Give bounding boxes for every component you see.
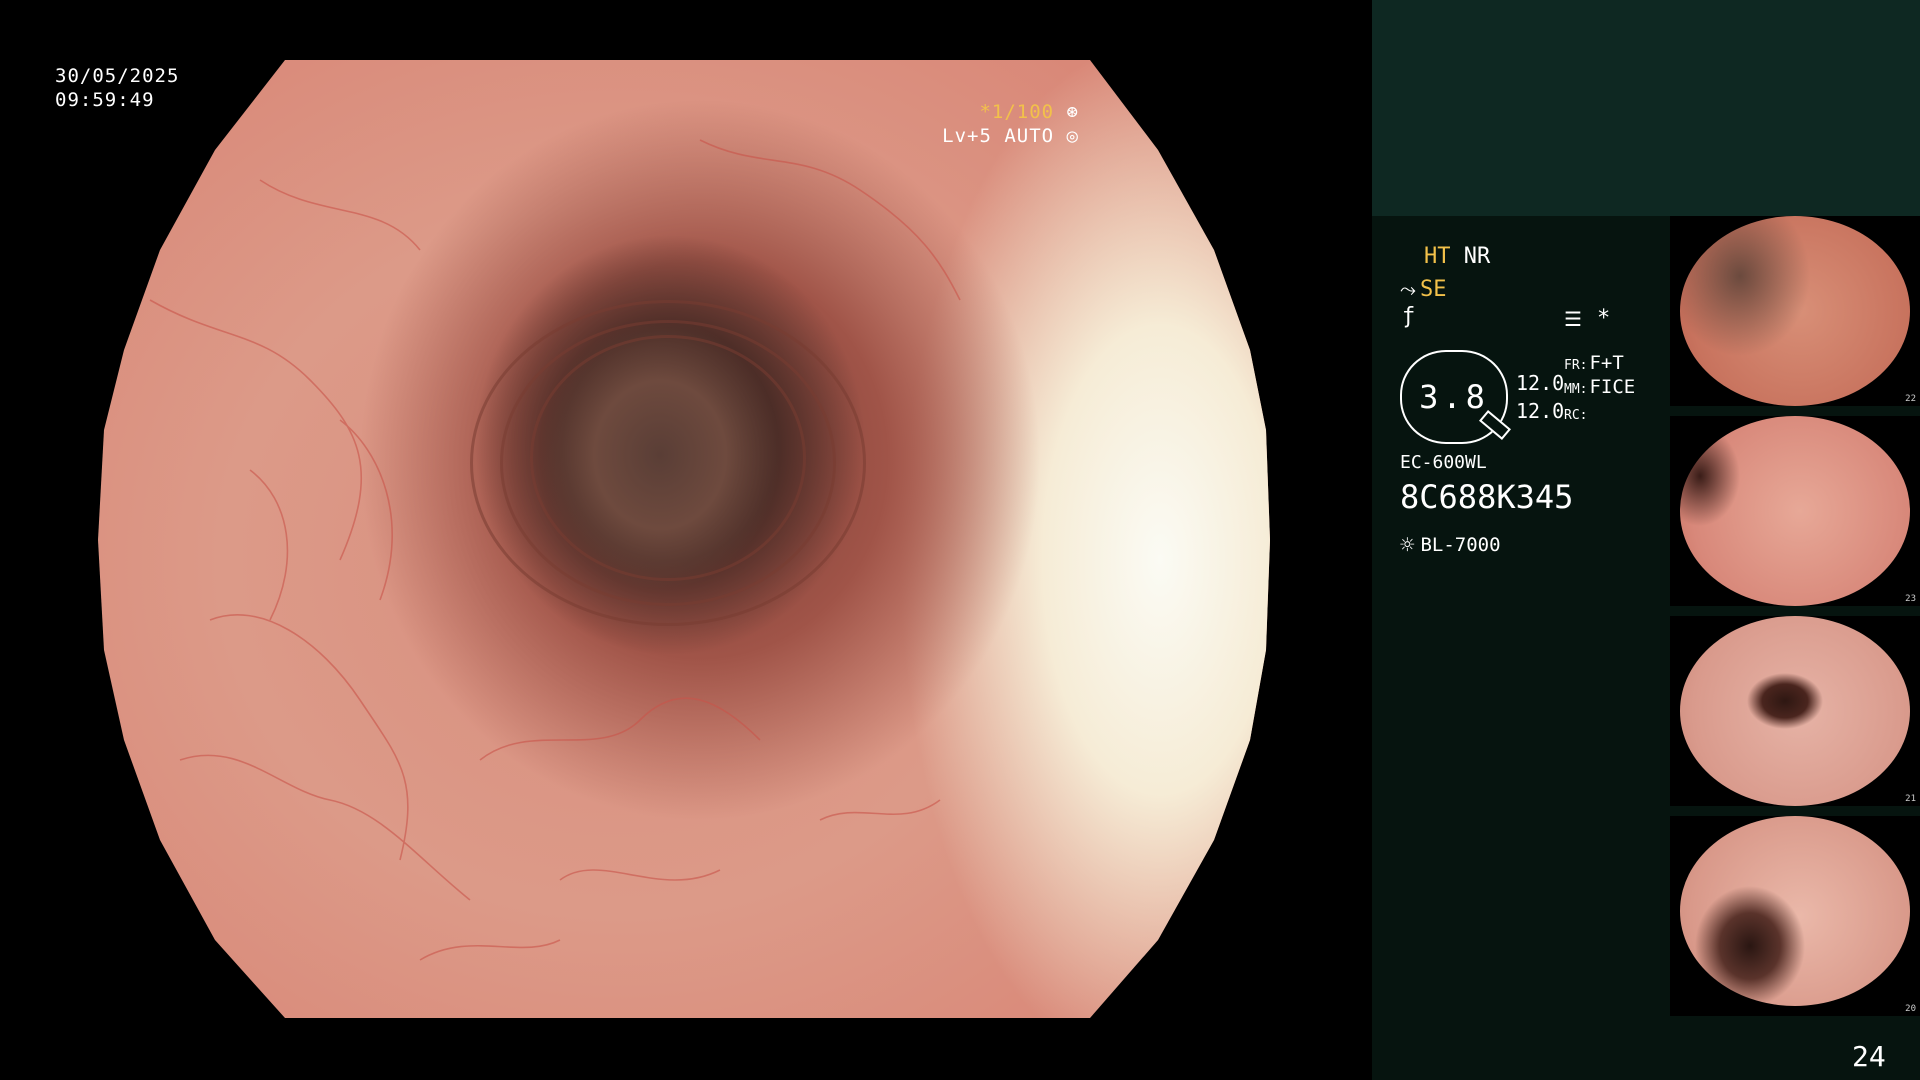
- thumbnail-number: 23: [1905, 594, 1916, 604]
- mode-ht: HT: [1424, 244, 1451, 269]
- panel-header-area: [1372, 0, 1920, 216]
- rc-row: RC:: [1564, 400, 1589, 429]
- endoscopic-image: [98, 60, 1270, 1018]
- captured-image-thumbnail[interactable]: 23: [1670, 416, 1920, 606]
- exposure-overlay: *1/100 ⊛ Lv+5 AUTO ◎: [942, 100, 1079, 148]
- mucosal-vessels: [149, 139, 961, 961]
- iris-icon: ◎: [1066, 125, 1079, 147]
- date-text: 30/05/2025: [55, 65, 180, 87]
- fr-value: F+T: [1589, 352, 1624, 374]
- aperture-icon: ⊛: [1066, 101, 1079, 123]
- thumbnail-number: 22: [1905, 394, 1916, 404]
- endoscope-main-view: 30/05/2025 09:59:49 *1/100 ⊛ Lv+5 AUTO ◎: [0, 0, 1372, 1080]
- page-number: 24: [1852, 1040, 1886, 1073]
- zoom-value: 3.8: [1419, 378, 1489, 416]
- mm-row: MM: FICE: [1564, 374, 1635, 403]
- mm-value: FICE: [1589, 376, 1636, 398]
- value-b: 12.0: [1516, 399, 1565, 423]
- shutter-speed: *1/100: [979, 101, 1055, 123]
- info-side-panel: HT NR ⤳ SE ƒ ☰ * 3.8 12.0 12.0 FR: F+T MM:…: [1372, 0, 1920, 1080]
- mm-label: MM:: [1564, 382, 1588, 397]
- se-label: SE: [1420, 277, 1447, 302]
- fr-label: FR:: [1564, 358, 1588, 373]
- se-row: ⤳ SE: [1400, 276, 1447, 303]
- time-text: 09:59:49: [55, 89, 155, 111]
- thumbnail-image: [1680, 816, 1910, 1006]
- thumbnail-image: [1680, 416, 1910, 606]
- brightness-level: Lv+5 AUTO: [942, 125, 1055, 147]
- thumbnail-image: [1680, 216, 1910, 406]
- mode-row: HT NR: [1424, 244, 1490, 270]
- structure-enhance-icon: ⤳: [1400, 277, 1416, 301]
- captured-image-thumbnail[interactable]: 21: [1670, 616, 1920, 806]
- date-time-overlay: 30/05/2025 09:59:49: [55, 64, 179, 112]
- light-source-name: BL-7000: [1420, 534, 1501, 556]
- thumbnail-number: 21: [1905, 794, 1916, 804]
- light-source-icon: ☼: [1400, 531, 1415, 559]
- captured-image-thumbnail[interactable]: 22: [1670, 216, 1920, 406]
- mode-nr: NR: [1463, 244, 1491, 269]
- rc-label: RC:: [1564, 408, 1588, 423]
- settings-list-icon: ☰: [1564, 307, 1582, 331]
- value-a: 12.0: [1516, 371, 1565, 395]
- thumbnail-image: [1680, 616, 1910, 806]
- captured-image-thumbnail[interactable]: 20: [1670, 816, 1920, 1016]
- thumbnail-number: 20: [1905, 1004, 1916, 1014]
- scope-serial: 8C688K345: [1400, 478, 1574, 516]
- scope-model: EC-600WL: [1400, 452, 1487, 473]
- sharpness-icon: ƒ: [1402, 304, 1416, 329]
- light-source-row: ☼ BL-7000: [1400, 532, 1501, 558]
- zoom-badge: 3.8: [1400, 350, 1511, 444]
- star-icon: *: [1597, 306, 1611, 331]
